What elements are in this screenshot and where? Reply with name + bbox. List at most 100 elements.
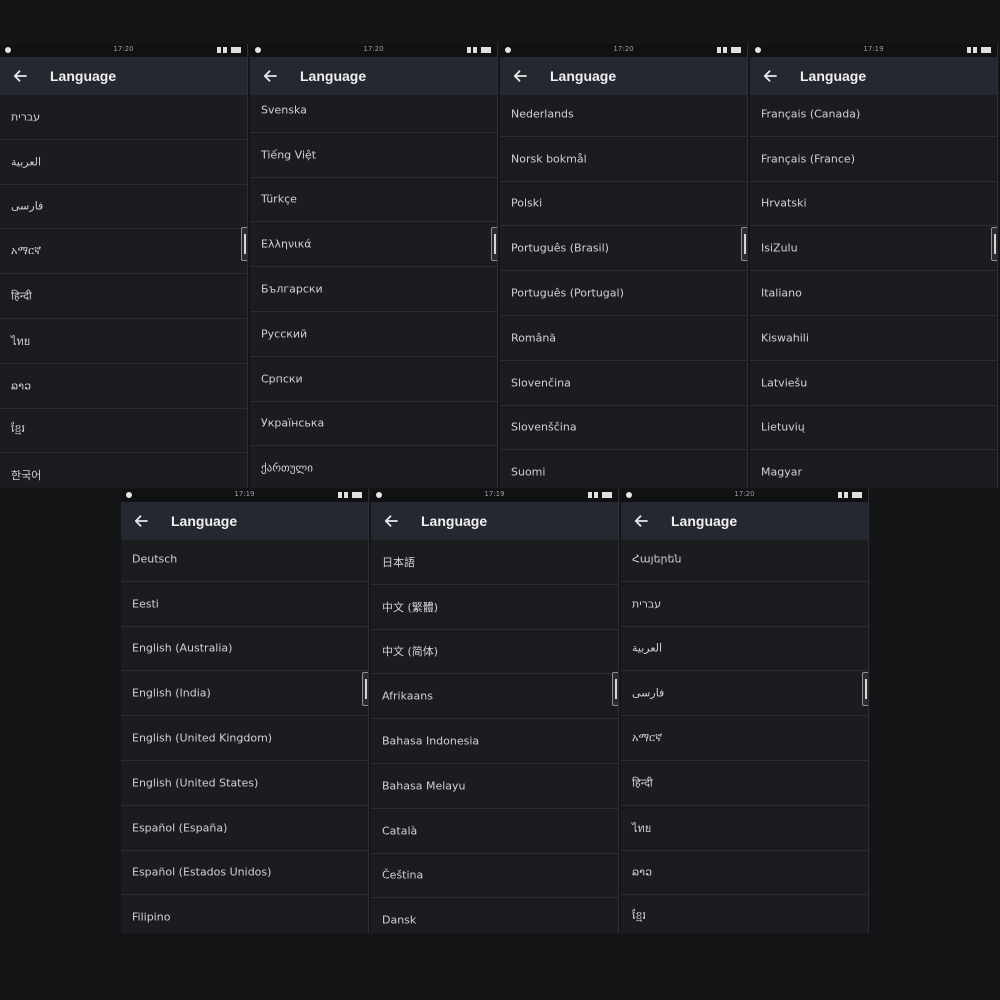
language-list-item[interactable]: Español (Estados Unidos) bbox=[121, 851, 368, 896]
language-list-item[interactable]: Čeština bbox=[371, 854, 618, 899]
language-list-item[interactable]: English (India) bbox=[121, 671, 368, 717]
language-list: Հայերեն עברית العربية فارسی አማርኛ हिन्दी ไทย ລາວ… bbox=[621, 540, 868, 933]
language-list-item[interactable]: አማርኛ bbox=[621, 716, 868, 761]
language-label: Français (France) bbox=[761, 152, 855, 166]
language-list-item[interactable]: Eesti bbox=[121, 582, 368, 627]
language-list-item[interactable]: Slovenčina bbox=[500, 361, 747, 406]
back-arrow-icon[interactable] bbox=[133, 513, 149, 529]
language-list-item[interactable]: Deutsch bbox=[121, 540, 368, 582]
back-arrow-icon[interactable] bbox=[12, 68, 28, 84]
scrollbar-handle[interactable] bbox=[491, 227, 497, 261]
battery-icon bbox=[981, 47, 991, 53]
language-list-item[interactable]: Nederlands bbox=[500, 95, 747, 137]
scrollbar-handle[interactable] bbox=[612, 672, 618, 706]
language-list-item[interactable]: Italiano bbox=[750, 271, 997, 316]
scrollbar-handle[interactable] bbox=[862, 672, 868, 706]
language-label: Tiếng Việt bbox=[261, 148, 317, 162]
language-list-item[interactable]: ខ្មែរ bbox=[0, 409, 247, 454]
language-list-item[interactable]: Suomi bbox=[500, 450, 747, 488]
language-label: ລາວ bbox=[11, 379, 32, 393]
language-list-item[interactable]: Română bbox=[500, 316, 747, 361]
language-list-item[interactable]: Português (Brasil) bbox=[500, 226, 747, 272]
language-list-item[interactable]: Српски bbox=[250, 357, 497, 402]
language-label: Suomi bbox=[511, 465, 546, 479]
language-list-item[interactable]: 中文 (简体) bbox=[371, 630, 618, 675]
language-list-item[interactable]: ລາວ bbox=[0, 364, 247, 409]
language-list-item[interactable]: فارسی bbox=[621, 671, 868, 717]
scrollbar-handle[interactable] bbox=[362, 672, 368, 706]
language-label: فارسی bbox=[11, 199, 44, 213]
language-list-item[interactable]: Svenska bbox=[250, 95, 497, 133]
language-list-item[interactable]: 日本語 bbox=[371, 540, 618, 585]
page-title: Language bbox=[800, 68, 867, 84]
language-list-item[interactable]: Türkçe bbox=[250, 178, 497, 223]
language-list-item[interactable]: ไทย bbox=[621, 806, 868, 851]
language-list-item[interactable]: हिन्दी bbox=[0, 274, 247, 319]
language-list-item[interactable]: العربية bbox=[0, 140, 247, 185]
page-title: Language bbox=[671, 513, 738, 529]
language-list-item[interactable]: IsiZulu bbox=[750, 226, 997, 272]
language-list-item[interactable]: ລາວ bbox=[621, 851, 868, 896]
language-list-item[interactable]: English (United Kingdom) bbox=[121, 716, 368, 761]
language-list: Français (Canada) Français (France) Hrvats… bbox=[750, 95, 997, 488]
language-label: Kiswahili bbox=[761, 331, 809, 345]
language-list-item[interactable]: עברית bbox=[0, 95, 247, 140]
scrollbar-handle[interactable] bbox=[991, 227, 997, 261]
language-list-item[interactable]: ไทย bbox=[0, 319, 247, 364]
back-arrow-icon[interactable] bbox=[762, 68, 778, 84]
language-list-item[interactable]: Dansk bbox=[371, 898, 618, 933]
language-label: हिन्दी bbox=[11, 289, 32, 303]
language-list-item[interactable]: हिन्दी bbox=[621, 761, 868, 806]
language-list-item[interactable]: Português (Portugal) bbox=[500, 271, 747, 316]
language-list-item[interactable]: Slovenščina bbox=[500, 406, 747, 451]
language-label: Ελληνικά bbox=[261, 237, 312, 251]
language-list-item[interactable]: ქართული bbox=[250, 446, 497, 488]
language-list-item[interactable]: Magyar bbox=[750, 450, 997, 488]
language-list-item[interactable]: Español (España) bbox=[121, 806, 368, 851]
back-arrow-icon[interactable] bbox=[633, 513, 649, 529]
language-list-item[interactable]: Български bbox=[250, 267, 497, 312]
language-list-item[interactable]: 中文 (繁體) bbox=[371, 585, 618, 630]
language-list-item[interactable]: Filipino bbox=[121, 895, 368, 933]
language-list-item[interactable]: Русский bbox=[250, 312, 497, 357]
signal-icon bbox=[223, 47, 227, 53]
language-list-item[interactable]: Français (France) bbox=[750, 137, 997, 182]
scrollbar-handle[interactable] bbox=[241, 227, 247, 261]
scrollbar-handle[interactable] bbox=[741, 227, 747, 261]
language-list-item[interactable]: Català bbox=[371, 809, 618, 854]
language-list-item[interactable]: Հայերեն bbox=[621, 540, 868, 582]
language-list-item[interactable]: فارسی bbox=[0, 185, 247, 230]
back-arrow-icon[interactable] bbox=[262, 68, 278, 84]
battery-icon bbox=[231, 47, 241, 53]
language-label: Català bbox=[382, 824, 418, 838]
language-list-item[interactable]: English (United States) bbox=[121, 761, 368, 806]
language-label: Latviešu bbox=[761, 376, 808, 390]
language-list-item[interactable]: Français (Canada) bbox=[750, 95, 997, 137]
language-list-item[interactable]: Kiswahili bbox=[750, 316, 997, 361]
language-list-item[interactable]: Ελληνικά bbox=[250, 222, 497, 268]
back-arrow-icon[interactable] bbox=[512, 68, 528, 84]
language-list-item[interactable]: Tiếng Việt bbox=[250, 133, 497, 178]
language-list-item[interactable]: العربية bbox=[621, 627, 868, 672]
language-list-item[interactable]: Lietuvių bbox=[750, 406, 997, 451]
back-arrow-icon[interactable] bbox=[383, 513, 399, 529]
language-list-item[interactable]: English (Australia) bbox=[121, 627, 368, 672]
language-list-item[interactable]: Hrvatski bbox=[750, 182, 997, 227]
battery-icon bbox=[731, 47, 741, 53]
signal-icon bbox=[473, 47, 477, 53]
sim-icon bbox=[588, 492, 592, 498]
language-list-item[interactable]: Bahasa Melayu bbox=[371, 764, 618, 809]
language-list-item[interactable]: Latviešu bbox=[750, 361, 997, 406]
language-list-item[interactable]: አማርኛ bbox=[0, 229, 247, 275]
language-list-item[interactable]: Afrikaans bbox=[371, 674, 618, 720]
language-list-item[interactable]: Українська bbox=[250, 402, 497, 447]
language-list-item[interactable]: ខ្មែរ bbox=[621, 895, 868, 933]
language-list-item[interactable]: Polski bbox=[500, 182, 747, 227]
language-list-item[interactable]: 한국어 bbox=[0, 453, 247, 488]
language-label: Magyar bbox=[761, 465, 802, 479]
status-time: 17:19 bbox=[484, 490, 505, 498]
language-list-item[interactable]: Bahasa Indonesia bbox=[371, 719, 618, 764]
language-list-item[interactable]: עברית bbox=[621, 582, 868, 627]
language-list-item[interactable]: Norsk bokmål bbox=[500, 137, 747, 182]
language-label: Slovenčina bbox=[511, 376, 571, 390]
